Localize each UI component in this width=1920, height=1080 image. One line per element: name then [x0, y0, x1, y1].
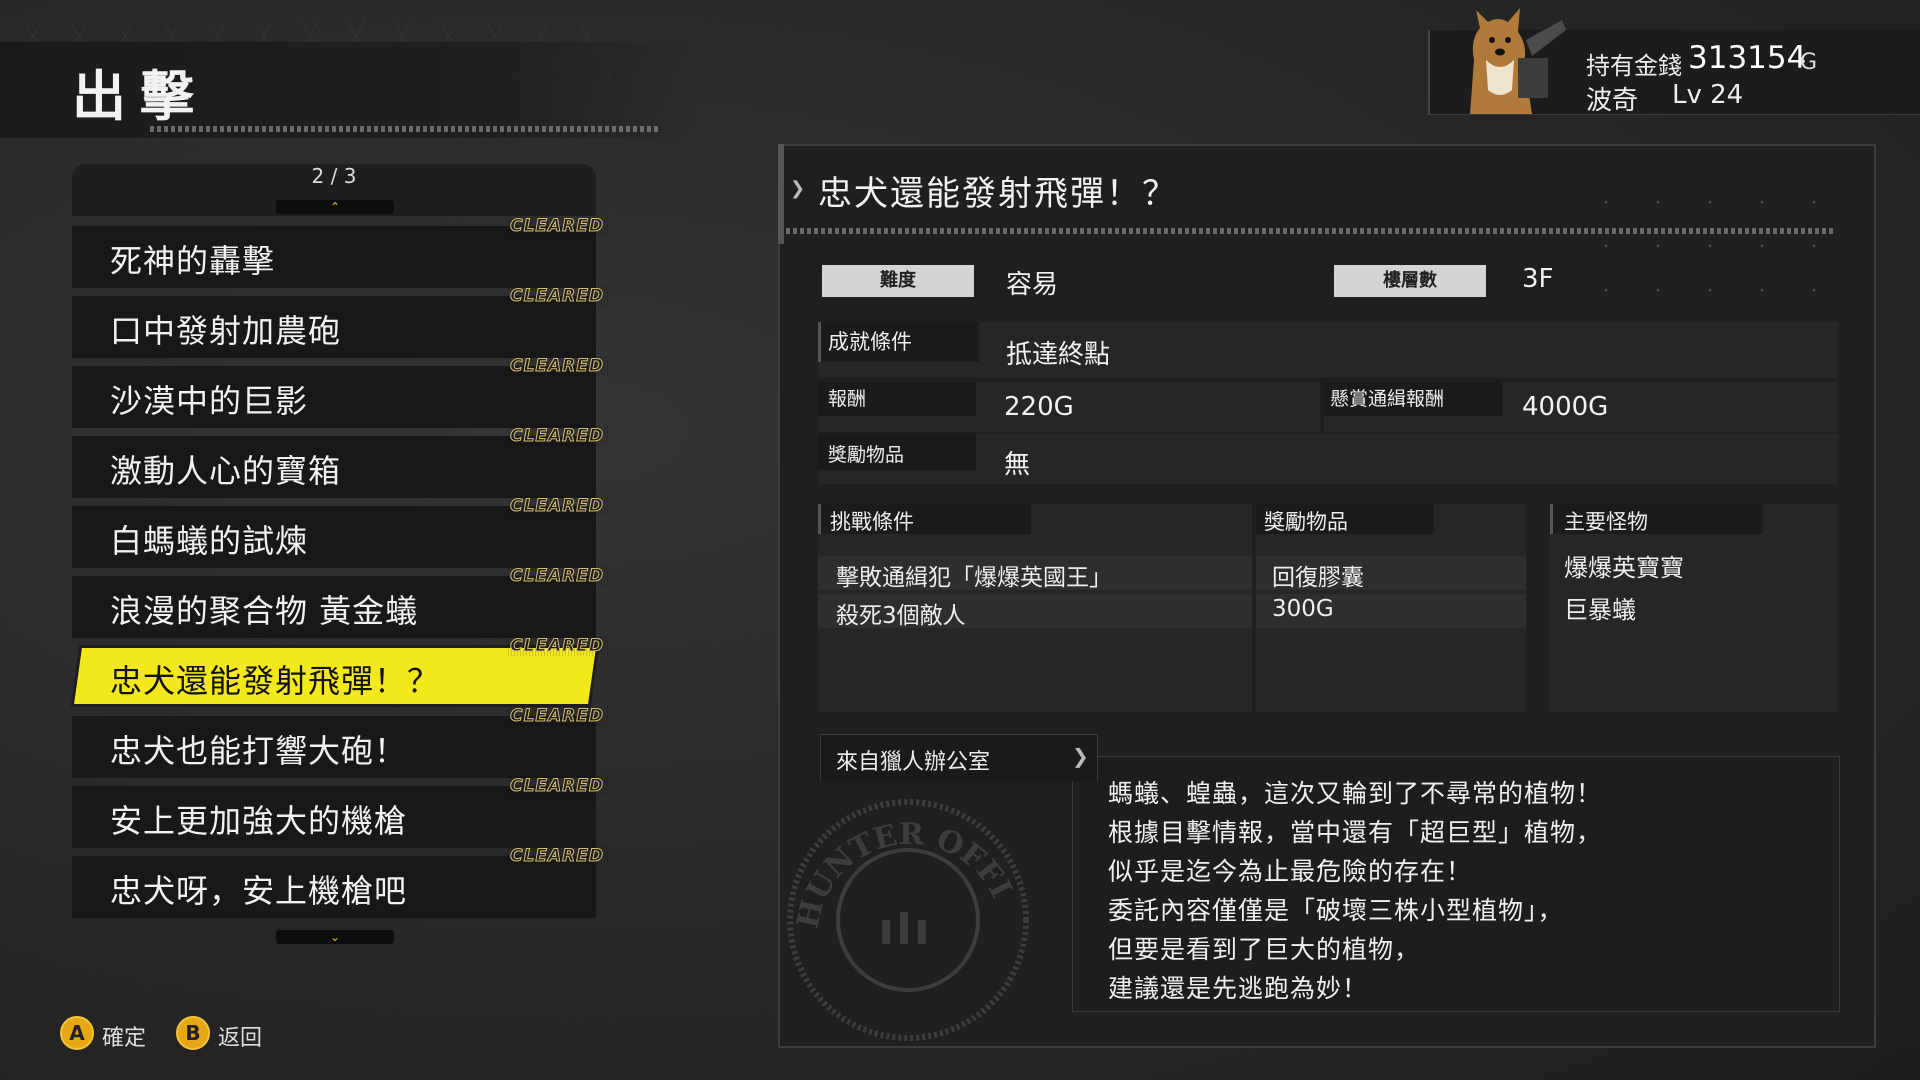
mission-item[interactable]: 口中發射加農砲 CLEARED: [72, 286, 608, 358]
challenge-reward: 300G: [1272, 596, 1334, 622]
detail-accent-bar: [778, 144, 784, 244]
bounty-value: 4000G: [1522, 392, 1609, 422]
cleared-badge: CLEARED: [506, 846, 608, 867]
difficulty-label: 難度: [822, 265, 974, 297]
b-button-icon[interactable]: B: [176, 1016, 210, 1050]
achievement-value: 抵達終點: [1006, 340, 1111, 370]
mission-label: 忠犬還能發射飛彈！？: [110, 662, 441, 700]
confirm-label[interactable]: 確定: [102, 1020, 146, 1052]
mission-label: 白螞蟻的試煉: [110, 522, 309, 560]
mission-label: 激動人心的寶箱: [110, 452, 342, 490]
bonus-item-label: 獎勵物品: [828, 444, 905, 466]
mission-label: 口中發射加農砲: [110, 312, 342, 350]
mission-item[interactable]: 安上更加強大的機槍 CLEARED: [72, 776, 608, 848]
message-line: 建議還是先逃跑為妙！: [1108, 974, 1369, 1003]
scroll-down-icon[interactable]: ⌄: [276, 930, 394, 944]
cleared-badge: CLEARED: [506, 776, 608, 797]
player-name: 波奇: [1586, 86, 1639, 116]
reward-label: 報酬: [828, 388, 867, 410]
svg-text:HUNTER OFFICE: HUNTER OFFICE: [778, 790, 1019, 932]
cleared-badge: CLEARED: [506, 706, 608, 727]
message-line: 似乎是迄今為止最危險的存在！: [1108, 857, 1473, 886]
cleared-badge: CLEARED: [506, 636, 608, 657]
reward-value: 220G: [1004, 392, 1074, 422]
challenge-reward-header: 獎勵物品: [1264, 510, 1348, 534]
bounty-label: 懸賞通緝報酬: [1330, 388, 1445, 410]
dog-avatar-icon: [1470, 8, 1566, 114]
floors-value: 3F: [1522, 264, 1554, 294]
cleared-badge: CLEARED: [506, 216, 608, 237]
page-indicator: 2 / 3: [311, 164, 357, 188]
cleared-badge: CLEARED: [506, 286, 608, 307]
mission-title: 忠犬還能發射飛彈！？: [818, 174, 1178, 214]
mission-item[interactable]: 激動人心的寶箱 CLEARED: [72, 426, 608, 498]
chevron-right-icon: ❯: [1072, 744, 1089, 768]
challenge-header: 挑戰條件: [830, 510, 914, 534]
monster-header: 主要怪物: [1564, 510, 1648, 534]
difficulty-value: 容易: [1006, 270, 1059, 300]
mission-item[interactable]: 白螞蟻的試煉 CLEARED: [72, 496, 608, 568]
mission-label: 安上更加強大的機槍: [110, 802, 408, 840]
mission-item[interactable]: 忠犬也能打響大砲！ CLEARED: [72, 706, 608, 778]
message-line: 螞蟻、蝗蟲，這次又輪到了不尋常的植物！: [1108, 779, 1603, 808]
dot-pattern: [1580, 180, 1850, 300]
mission-item[interactable]: 浪漫的聚合物 黃金蟻 CLEARED: [72, 566, 608, 638]
stamp-text: HUNTER OFFICE: [778, 790, 1019, 932]
challenge-condition: 擊敗通緝犯「爆爆英國王」: [836, 565, 1112, 591]
achievement-label: 成就條件: [828, 330, 912, 354]
monster-name: 爆爆英寶寶: [1564, 554, 1684, 582]
cleared-badge: CLEARED: [506, 426, 608, 447]
chevron-right-icon: ❯: [790, 178, 806, 199]
a-button-icon[interactable]: A: [60, 1016, 94, 1050]
mission-item[interactable]: 死神的轟擊 CLEARED: [72, 216, 608, 288]
money-value: 313154: [1688, 40, 1807, 76]
mission-item[interactable]: 忠犬還能發射飛彈！？ CLEARED: [72, 636, 608, 708]
money-label: 持有金錢: [1586, 52, 1682, 80]
back-label[interactable]: 返回: [218, 1020, 262, 1052]
challenge-reward: 回復膠囊: [1272, 565, 1364, 591]
header-divider: [150, 126, 660, 132]
money-unit: G: [1800, 50, 1818, 75]
mission-item[interactable]: 忠犬呀，安上機槍吧 CLEARED: [72, 846, 608, 918]
message-line: 但要是看到了巨大的植物，: [1108, 935, 1421, 964]
mission-label: 死神的轟擊: [110, 242, 276, 280]
mission-label: 忠犬也能打響大砲！: [110, 732, 408, 770]
mission-label: 沙漠中的巨影: [110, 382, 309, 420]
cleared-badge: CLEARED: [506, 496, 608, 517]
mission-item[interactable]: 沙漠中的巨影 CLEARED: [72, 356, 608, 428]
hunter-office-stamp-icon: HUNTER OFFICE: [778, 790, 1029, 1041]
office-label: 來自獵人辦公室: [836, 750, 991, 775]
message-line: 根據目擊情報，當中還有「超巨型」植物，: [1108, 818, 1603, 847]
bonus-item-value: 無: [1004, 450, 1031, 480]
scroll-up-icon[interactable]: ⌃: [276, 200, 394, 214]
cleared-badge: CLEARED: [506, 356, 608, 377]
mission-label: 忠犬呀，安上機槍吧: [110, 872, 408, 910]
message-line: 委託內容僅僅是「破壞三株小型植物」，: [1108, 896, 1564, 925]
mission-label: 浪漫的聚合物 黃金蟻: [110, 592, 419, 630]
player-level: Lv 24: [1672, 80, 1744, 110]
monster-name: 巨暴蟻: [1564, 596, 1636, 624]
challenge-condition: 殺死3個敵人: [836, 603, 966, 629]
page-title: 出擊: [72, 65, 208, 128]
floors-label: 樓層數: [1334, 265, 1486, 297]
cleared-badge: CLEARED: [506, 566, 608, 587]
